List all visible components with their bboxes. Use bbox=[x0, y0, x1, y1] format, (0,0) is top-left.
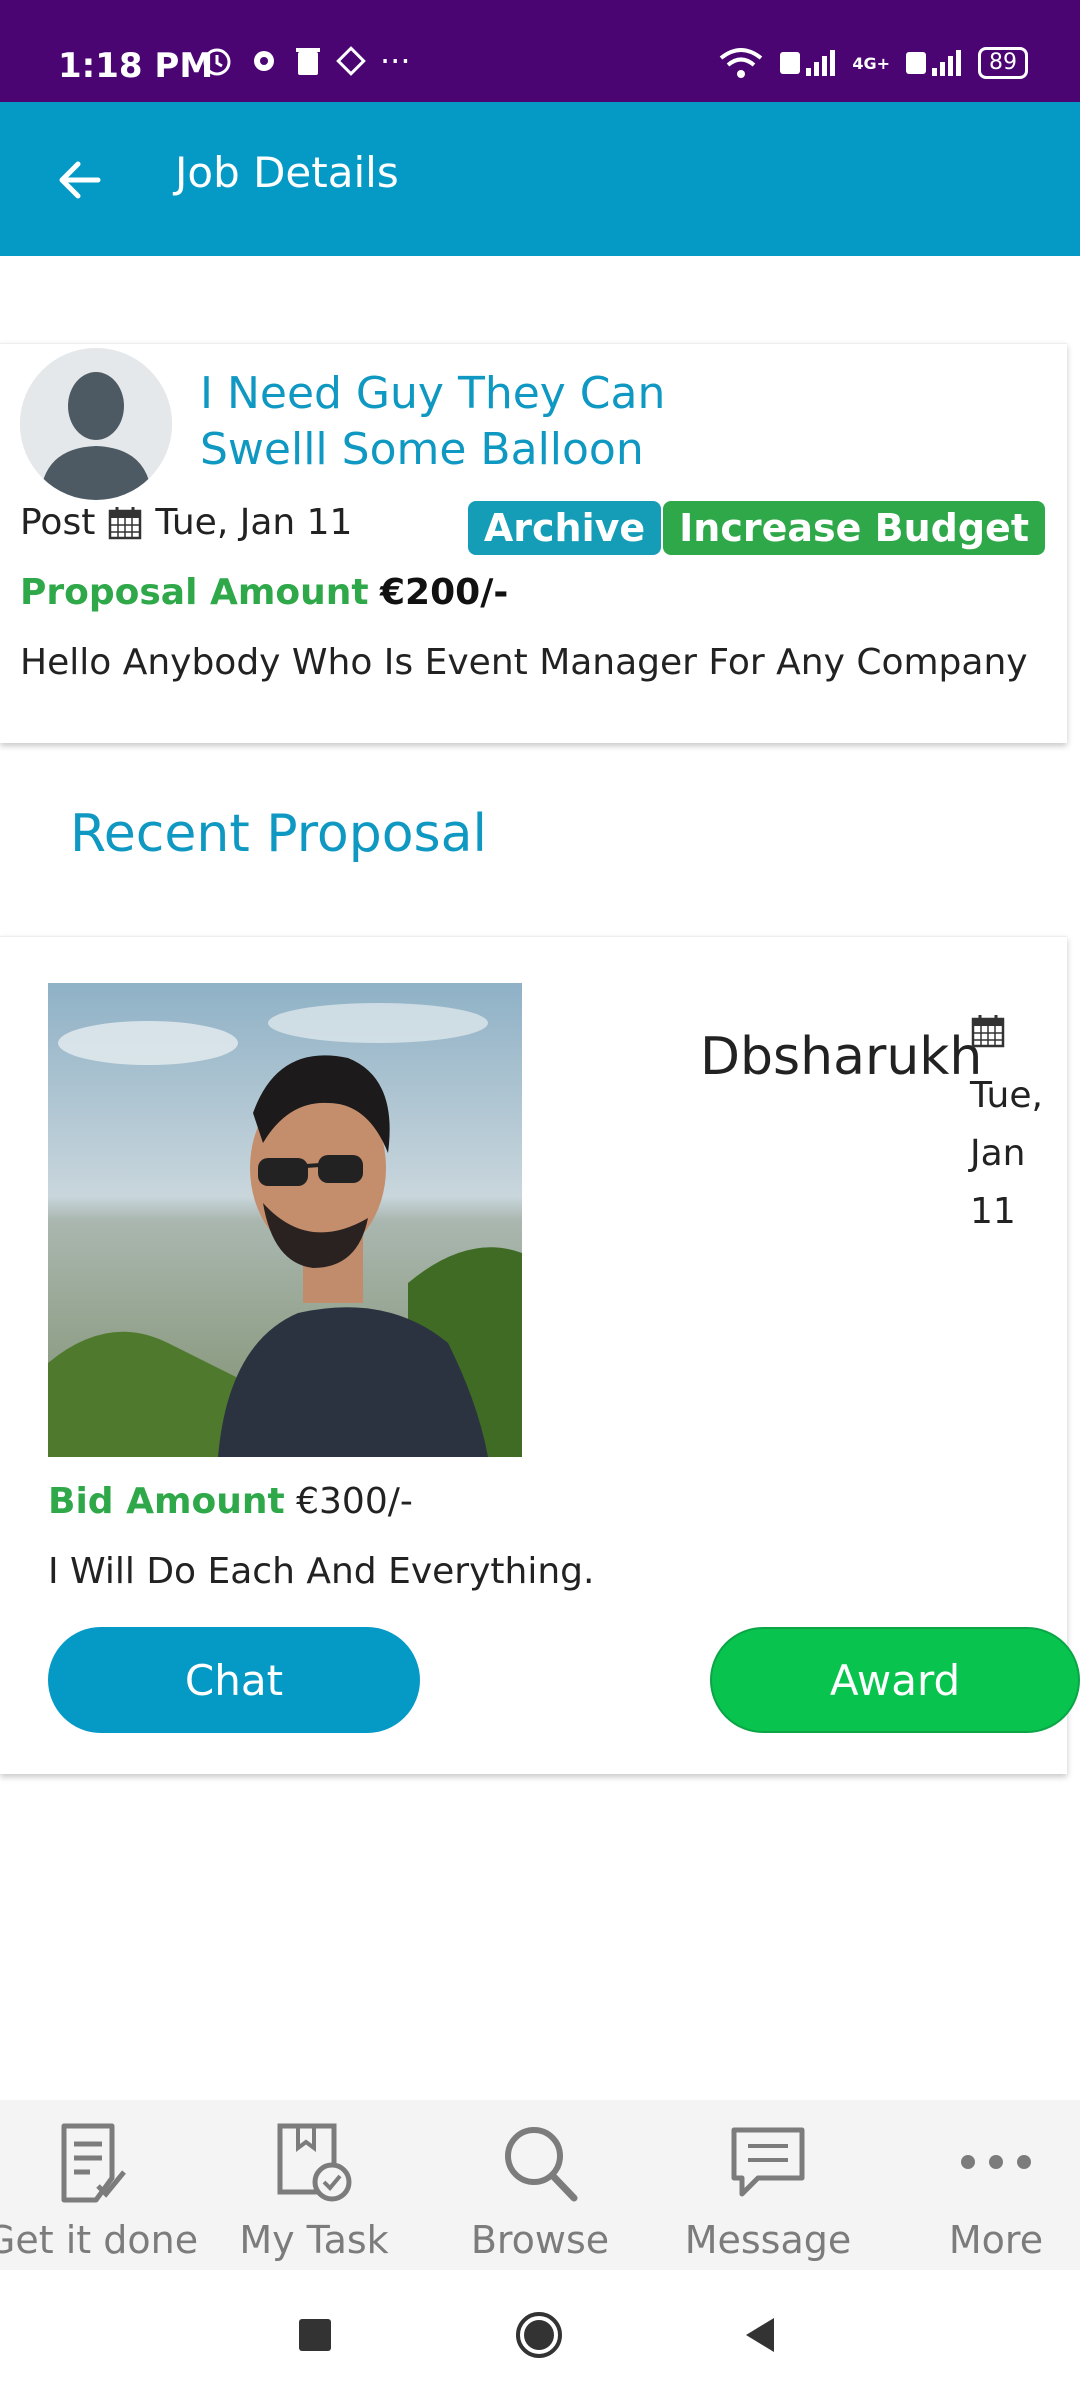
proposal-card: Dbsharukh Tue, Jan 11 Bid Amount €300/- … bbox=[0, 936, 1080, 1774]
nav-label: My Task bbox=[239, 2218, 389, 2262]
battery-indicator: 89 bbox=[978, 47, 1028, 79]
system-navigation-bar bbox=[0, 2270, 1080, 2400]
settings-icon bbox=[254, 51, 274, 71]
bid-message: I Will Do Each And Everything. bbox=[48, 1551, 595, 1592]
recent-apps-icon[interactable] bbox=[290, 2310, 340, 2360]
job-card: I Need Guy They Can Swelll Some Balloon … bbox=[0, 343, 1067, 743]
person-silhouette-icon bbox=[20, 348, 172, 500]
nav-item-message[interactable]: Message bbox=[660, 2100, 876, 2270]
bottom-navigation: Get it done My Task Browse Message More bbox=[0, 2100, 1080, 2270]
message-icon bbox=[731, 2127, 805, 2197]
job-description: Hello Anybody Who Is Event Manager For A… bbox=[20, 642, 1028, 683]
status-bar: 1:18 PM ··· 4G+ 89 bbox=[0, 0, 1080, 102]
status-time: 1:18 PM bbox=[58, 46, 214, 86]
status-notification-icons: ··· bbox=[200, 44, 411, 78]
proposal-amount-row: Proposal Amount €200/- bbox=[20, 572, 508, 613]
award-button[interactable]: Award bbox=[710, 1627, 1080, 1733]
nav-label: Get it done bbox=[0, 2218, 199, 2262]
proposal-amount-label: Proposal Amount bbox=[20, 572, 369, 613]
post-date-row: Post Tue, Jan 11 bbox=[20, 502, 352, 543]
calendar-icon bbox=[109, 506, 142, 539]
bidder-photo[interactable] bbox=[48, 983, 522, 1457]
proposal-amount-value: €200/- bbox=[380, 572, 509, 613]
home-icon[interactable] bbox=[514, 2310, 564, 2360]
job-poster-avatar bbox=[20, 348, 172, 500]
delete-icon bbox=[296, 48, 320, 75]
bidder-name[interactable]: Dbsharukh bbox=[700, 1027, 982, 1087]
nav-item-my-task[interactable]: My Task bbox=[206, 2100, 422, 2270]
signal-icon-2 bbox=[906, 50, 961, 76]
app-bar: Job Details bbox=[0, 102, 1080, 256]
search-icon bbox=[505, 2127, 578, 2202]
chat-button[interactable]: Chat bbox=[48, 1627, 420, 1733]
more-notifications-indicator: ··· bbox=[380, 42, 411, 80]
checklist-icon bbox=[61, 2123, 126, 2203]
alarm-icon bbox=[203, 48, 231, 76]
nav-item-more[interactable]: More bbox=[888, 2100, 1080, 2270]
nav-label: Message bbox=[684, 2218, 852, 2262]
post-label: Post bbox=[20, 502, 96, 543]
bid-date: Tue, Jan 11 bbox=[970, 1075, 1043, 1232]
calendar-icon bbox=[971, 1015, 1005, 1048]
nav-item-browse[interactable]: Browse bbox=[432, 2100, 648, 2270]
bidder-photo-image bbox=[48, 983, 522, 1457]
bid-amount-row: Bid Amount €300/- bbox=[48, 1481, 413, 1522]
page-title: Job Details bbox=[175, 148, 399, 197]
nav-label: More bbox=[948, 2218, 1044, 2262]
recent-proposal-heading: Recent Proposal bbox=[70, 804, 487, 864]
post-date: Tue, Jan 11 bbox=[155, 502, 353, 543]
tag-icon bbox=[336, 46, 366, 76]
nav-item-get-it-done[interactable]: Get it done bbox=[0, 2100, 200, 2270]
back-arrow-icon[interactable] bbox=[50, 150, 110, 210]
archive-button[interactable]: Archive bbox=[467, 501, 662, 555]
back-icon[interactable] bbox=[736, 2310, 786, 2360]
job-action-buttons: Archive Increase Budget bbox=[467, 501, 1045, 555]
bid-amount-value: €300/- bbox=[296, 1481, 413, 1522]
bid-amount-label: Bid Amount bbox=[48, 1481, 285, 1522]
more-icon bbox=[961, 2155, 1031, 2169]
job-title[interactable]: I Need Guy They Can Swelll Some Balloon bbox=[200, 366, 760, 478]
nav-label: Browse bbox=[470, 2218, 610, 2262]
network-type-label: 4G+ bbox=[852, 53, 890, 73]
task-icon bbox=[277, 2123, 352, 2202]
signal-icon bbox=[780, 50, 836, 76]
increase-budget-button[interactable]: Increase Budget bbox=[663, 501, 1045, 555]
wifi-icon bbox=[720, 48, 763, 78]
status-system-icons: 4G+ 89 bbox=[718, 46, 1028, 80]
